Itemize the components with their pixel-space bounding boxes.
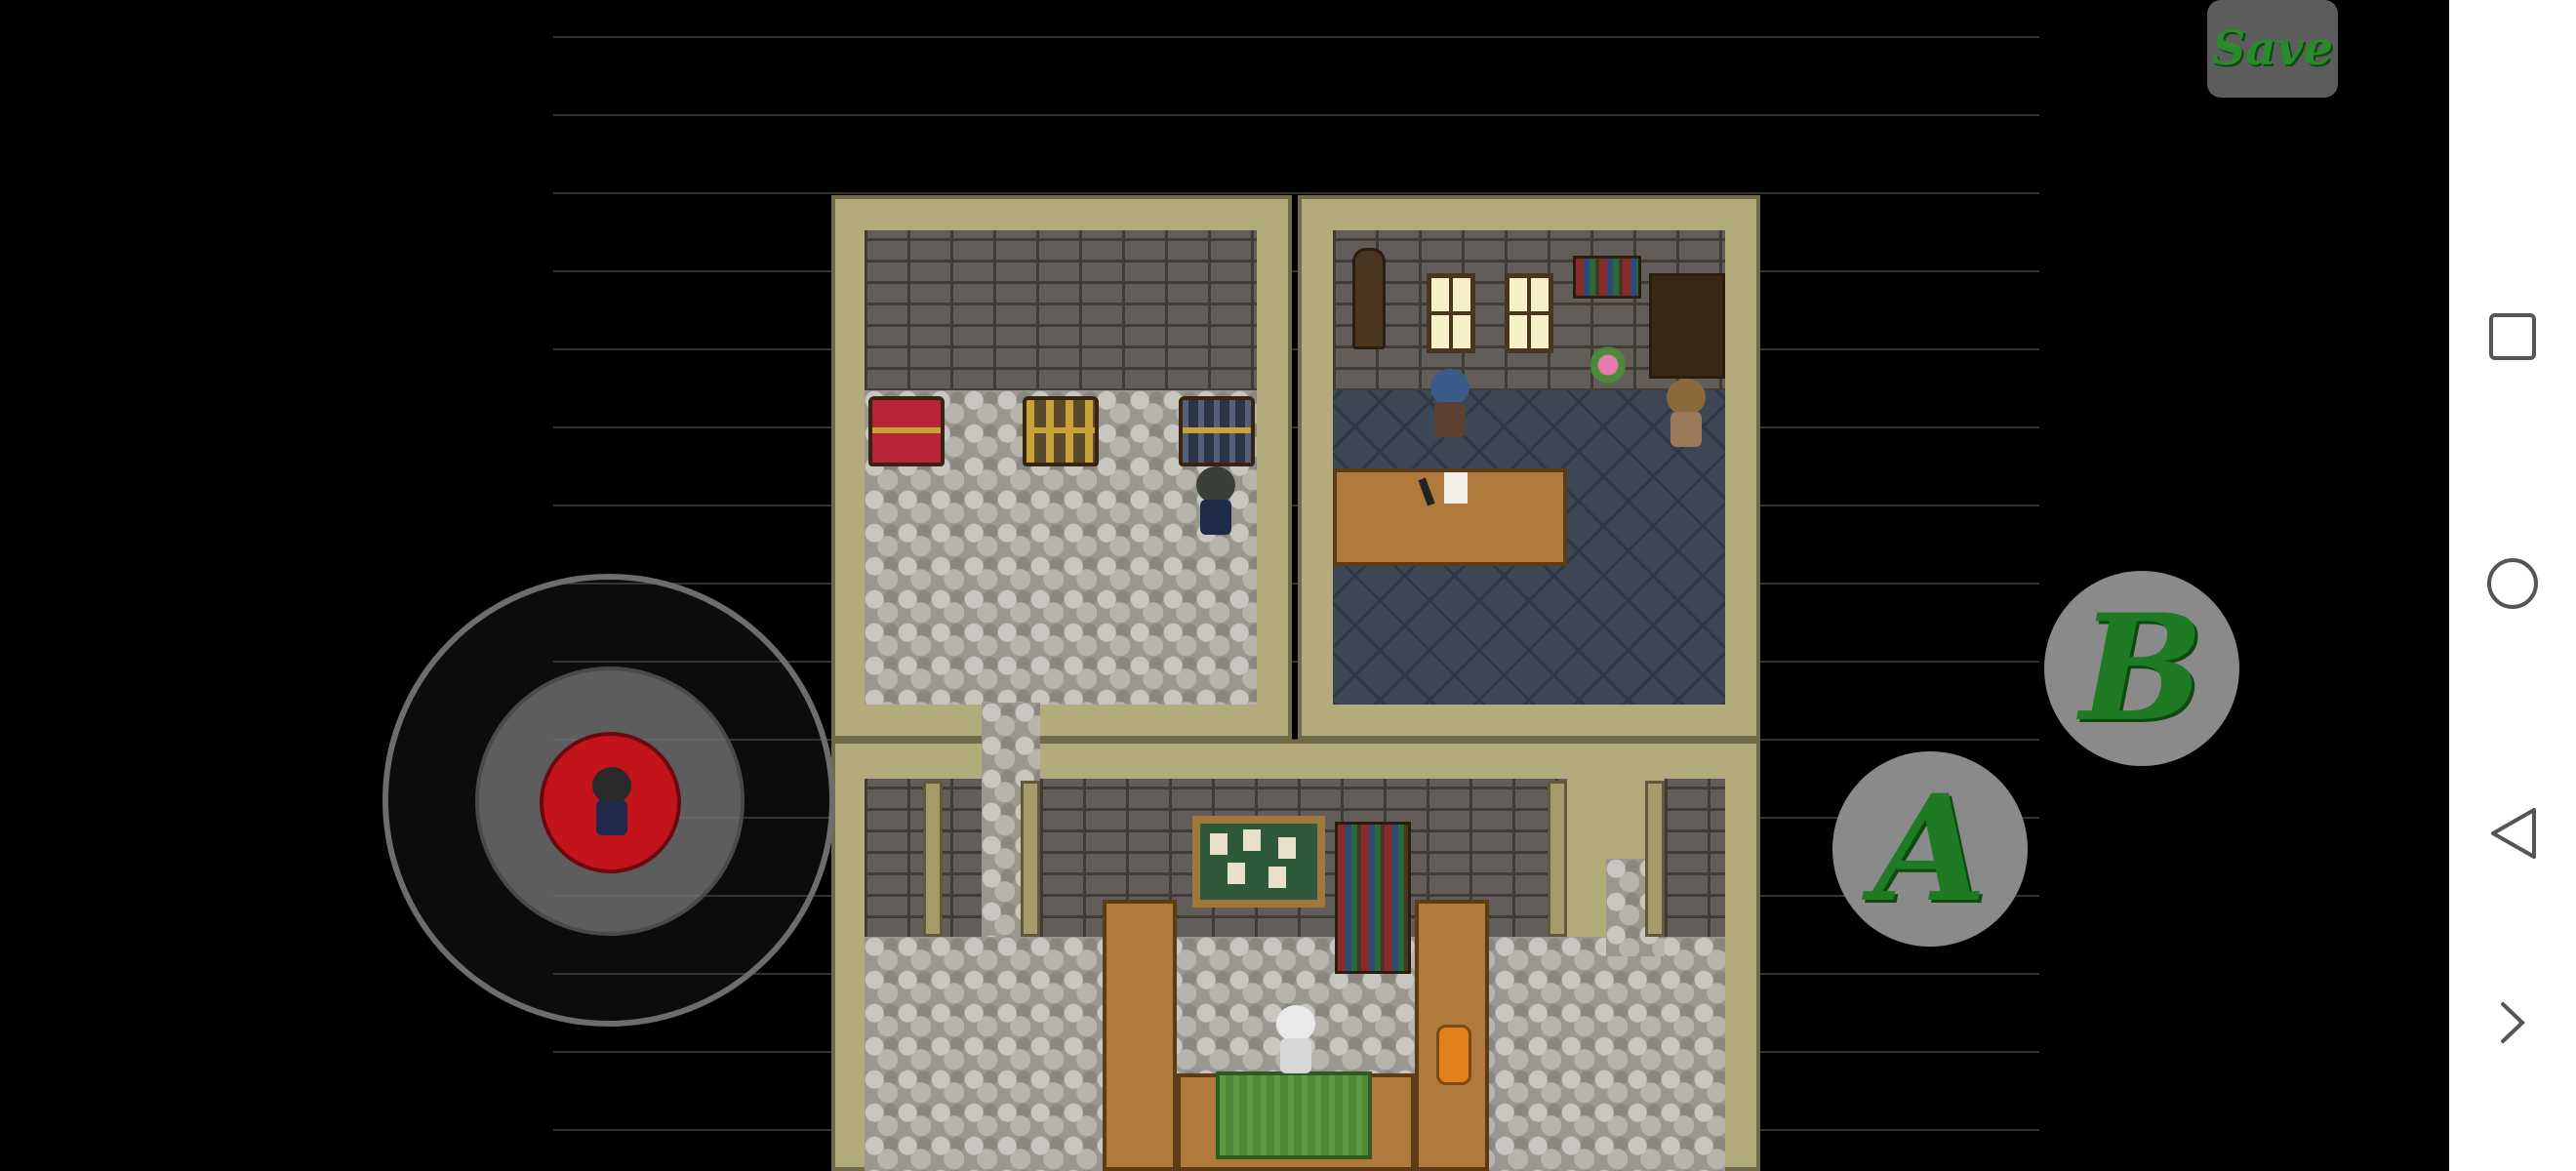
b-button[interactable]: B [2044,571,2239,766]
green-rug [1216,1071,1372,1159]
grid-line [553,36,2039,38]
game-screen[interactable]: B A Save [0,0,2449,1171]
chevron-right-icon[interactable] [2483,993,2542,1052]
notice-board[interactable] [1192,816,1325,908]
treasure-chest[interactable] [1023,396,1099,466]
grid-line [553,583,2039,585]
npc-officer[interactable] [1425,369,1475,439]
window [1427,273,1475,353]
counter [1103,900,1177,1171]
brick-wall [1665,779,1725,940]
grid-line [553,426,2039,428]
grid-line [553,348,2039,350]
square-icon[interactable] [2483,307,2542,366]
a-button-label: A [1872,763,1988,935]
cabinet [1649,273,1725,379]
grandfather-clock-icon [1352,248,1386,349]
brick-wall [865,230,1257,391]
save-button-label: Save [2211,21,2334,76]
b-button-label: B [2079,583,2204,754]
joystick-knob[interactable] [540,732,681,873]
circle-icon[interactable] [2483,554,2542,613]
bookshelf [1335,822,1411,974]
paper-icon [1444,472,1468,504]
save-button[interactable]: Save [2207,0,2338,98]
grid-line [553,192,2039,194]
lantern-icon [1436,1025,1471,1085]
grid-line [553,114,2039,116]
player-avatar-icon [586,767,637,837]
grid-line [553,505,2039,506]
wall-post [1645,781,1665,937]
grid-line [553,270,2039,272]
player-character [1190,466,1241,537]
wall-post [1021,781,1040,937]
treasure-chest[interactable] [868,396,945,466]
a-button[interactable]: A [1832,751,2028,947]
window [1505,273,1553,353]
wall-shelf [1573,256,1641,299]
treasure-chest[interactable] [1179,396,1255,466]
back-triangle-icon[interactable] [2483,804,2542,863]
npc-villager[interactable] [1661,379,1711,449]
npc-shopkeeper[interactable] [1270,1005,1321,1075]
wall-post [923,781,943,937]
wall-post [1548,781,1567,937]
flower-vase-icon [1590,343,1626,386]
